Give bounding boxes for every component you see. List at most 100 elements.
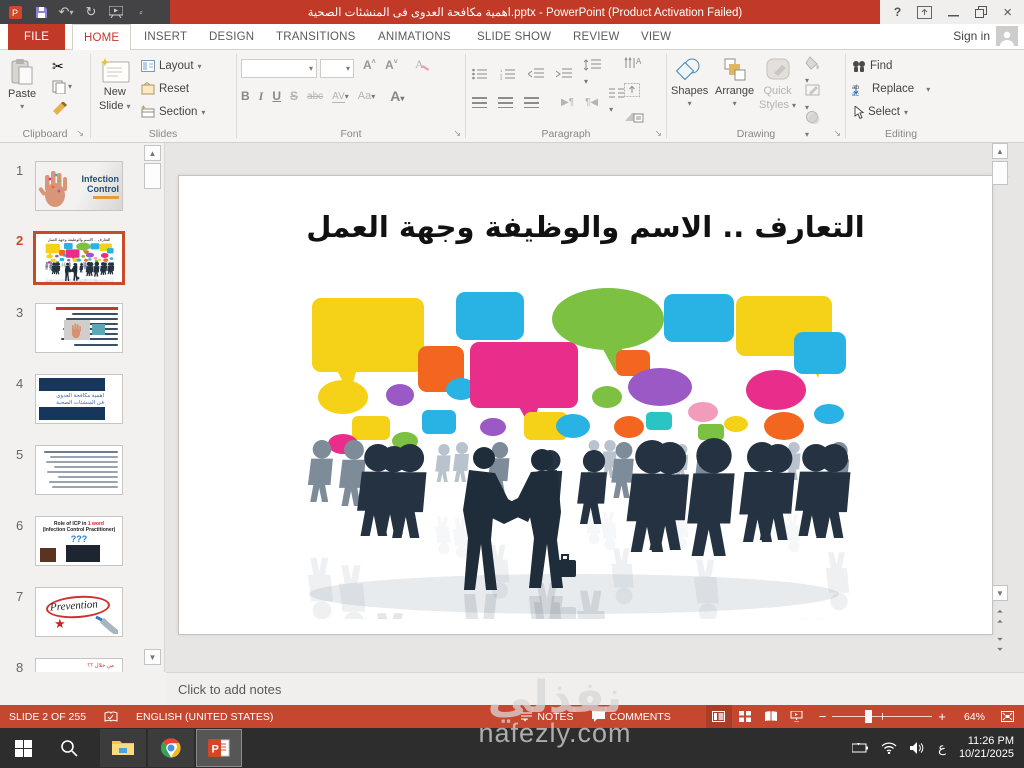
- reset-button[interactable]: Reset: [141, 79, 189, 99]
- panel-scroll-thumb[interactable]: [144, 163, 161, 189]
- character-spacing-button[interactable]: AV▾: [332, 90, 349, 103]
- paragraph-dialog-launcher[interactable]: ↘: [654, 128, 662, 139]
- slide-canvas[interactable]: التعارف .. الاسم والوظيفة وجهة العمل: [178, 175, 993, 635]
- section-button[interactable]: Section ▾: [141, 102, 205, 122]
- zoom-slider-thumb[interactable]: [865, 710, 873, 723]
- wifi-icon[interactable]: [881, 742, 897, 754]
- change-case-button[interactable]: Aa▾: [358, 90, 375, 102]
- redo-icon[interactable]: ↻: [83, 4, 99, 20]
- tab-file[interactable]: FILE: [8, 24, 66, 50]
- paste-button[interactable]: Paste ▾: [8, 58, 36, 111]
- tab-design[interactable]: DESIGN: [198, 24, 265, 50]
- spellcheck-icon[interactable]: [95, 705, 127, 728]
- zoom-in-button[interactable]: +: [938, 705, 955, 728]
- drawing-dialog-launcher[interactable]: ↘: [833, 128, 841, 139]
- tab-insert[interactable]: INSERT: [133, 24, 198, 50]
- minimize-icon[interactable]: [948, 7, 960, 18]
- input-language-indicator[interactable]: ع: [938, 740, 946, 756]
- slide-title[interactable]: التعارف .. الاسم والوظيفة وجهة العمل: [179, 210, 992, 244]
- font-name-combo[interactable]: ▾: [241, 59, 317, 78]
- find-button[interactable]: Find: [852, 56, 892, 76]
- increase-indent-icon[interactable]: [556, 68, 572, 80]
- rtl-direction-icon[interactable]: ¶◀: [585, 97, 598, 108]
- customize-quick-access-icon[interactable]: ⸗: [133, 4, 149, 20]
- format-painter-icon[interactable]: [52, 102, 68, 116]
- zoom-out-button[interactable]: −: [810, 705, 827, 728]
- font-dialog-launcher[interactable]: ↘: [453, 128, 461, 139]
- tab-transitions[interactable]: TRANSITIONS: [265, 24, 367, 50]
- main-scroll-thumb[interactable]: [992, 161, 1008, 185]
- next-slide-button[interactable]: ⏷ ⏷: [992, 635, 1008, 655]
- fit-to-window-button[interactable]: [994, 705, 1020, 728]
- slideshow-view-button[interactable]: [784, 705, 810, 728]
- battery-icon[interactable]: [852, 743, 869, 753]
- columns-icon[interactable]: ▾: [609, 88, 625, 117]
- panel-scroll-down-icon[interactable]: ▼: [144, 649, 161, 665]
- italic-button[interactable]: I: [259, 89, 264, 104]
- main-scroll-down-icon[interactable]: ▼: [992, 585, 1008, 601]
- language-indicator[interactable]: ENGLISH (UNITED STATES): [127, 705, 282, 728]
- grow-font-button[interactable]: A˄: [363, 58, 376, 72]
- copy-icon[interactable]: [52, 80, 66, 94]
- main-scrollbar[interactable]: ▲ ▼ ⏶ ⏶ ⏷ ⏷: [992, 143, 1008, 672]
- font-size-combo[interactable]: ▾: [320, 59, 354, 78]
- restore-icon[interactable]: [975, 6, 988, 18]
- new-slide-button[interactable]: New Slide ▾: [99, 58, 131, 112]
- volume-icon[interactable]: [910, 742, 925, 754]
- slides-panel-scrollbar[interactable]: ▲ ▼: [144, 145, 161, 669]
- taskbar-file-explorer-icon[interactable]: [100, 729, 146, 767]
- numbering-icon[interactable]: 123: [500, 68, 516, 80]
- bold-button[interactable]: B: [241, 89, 250, 103]
- subscript-button[interactable]: abc: [307, 91, 323, 102]
- bullets-icon[interactable]: [472, 68, 488, 80]
- underline-button[interactable]: U: [272, 89, 281, 103]
- align-right-icon[interactable]: [524, 97, 539, 108]
- cut-icon[interactable]: ✂: [52, 58, 64, 75]
- taskbar-chrome-icon[interactable]: [148, 729, 194, 767]
- panel-scroll-up-icon[interactable]: ▲: [144, 145, 161, 161]
- main-scroll-up-icon[interactable]: ▲: [992, 143, 1008, 159]
- replace-button[interactable]: ab ac Replace ▾: [852, 79, 930, 99]
- zoom-slider[interactable]: [832, 710, 933, 723]
- clipboard-dialog-launcher[interactable]: ↘: [76, 128, 84, 139]
- font-color-button[interactable]: A▾: [390, 88, 404, 104]
- notes-toggle[interactable]: NOTES: [512, 705, 582, 728]
- align-left-icon[interactable]: [472, 97, 487, 108]
- select-button[interactable]: Select ▾: [852, 102, 908, 122]
- comments-toggle[interactable]: COMMENTS: [583, 705, 680, 728]
- quick-styles-button[interactable]: Quick Styles ▾: [759, 57, 796, 111]
- text-direction-button[interactable]: A: [624, 56, 644, 70]
- slide-sorter-view-button[interactable]: [732, 705, 758, 728]
- align-text-button[interactable]: [624, 83, 642, 97]
- tab-slideshow[interactable]: SLIDE SHOW: [466, 24, 562, 50]
- reading-view-button[interactable]: [758, 705, 784, 728]
- line-spacing-icon[interactable]: ▾: [584, 59, 602, 89]
- undo-icon[interactable]: ↶ ▾: [58, 4, 74, 20]
- convert-smartart-button[interactable]: [624, 110, 644, 124]
- tab-home[interactable]: HOME: [72, 24, 132, 50]
- strikethrough-button[interactable]: S: [290, 89, 298, 103]
- close-icon[interactable]: ×: [1003, 4, 1012, 21]
- layout-button[interactable]: Layout ▾: [141, 56, 202, 76]
- normal-view-button[interactable]: [705, 705, 732, 728]
- arrange-button[interactable]: Arrange ▾: [715, 57, 754, 108]
- start-button[interactable]: [0, 728, 46, 768]
- copy-dropdown[interactable]: ▾: [68, 82, 72, 91]
- align-center-icon[interactable]: [498, 97, 513, 108]
- start-slideshow-icon[interactable]: [108, 4, 124, 20]
- save-icon[interactable]: [33, 4, 49, 20]
- help-icon[interactable]: ?: [894, 5, 901, 19]
- ltr-direction-icon[interactable]: ▶¶: [561, 97, 574, 108]
- clear-formatting-icon[interactable]: A: [415, 57, 430, 71]
- taskbar-clock[interactable]: 11:26 PM 10/21/2025: [959, 735, 1014, 761]
- zoom-level[interactable]: 64%: [955, 705, 994, 728]
- slide-indicator[interactable]: SLIDE 2 OF 255: [0, 705, 95, 728]
- tab-animations[interactable]: ANIMATIONS: [367, 24, 462, 50]
- taskbar-search-icon[interactable]: [46, 728, 92, 768]
- tab-review[interactable]: REVIEW: [562, 24, 631, 50]
- taskbar-powerpoint-icon[interactable]: P: [196, 729, 242, 767]
- sign-in-button[interactable]: Sign in: [953, 26, 1018, 46]
- shrink-font-button[interactable]: A˅: [385, 58, 398, 72]
- decrease-indent-icon[interactable]: [528, 68, 544, 80]
- tab-view[interactable]: VIEW: [630, 24, 682, 50]
